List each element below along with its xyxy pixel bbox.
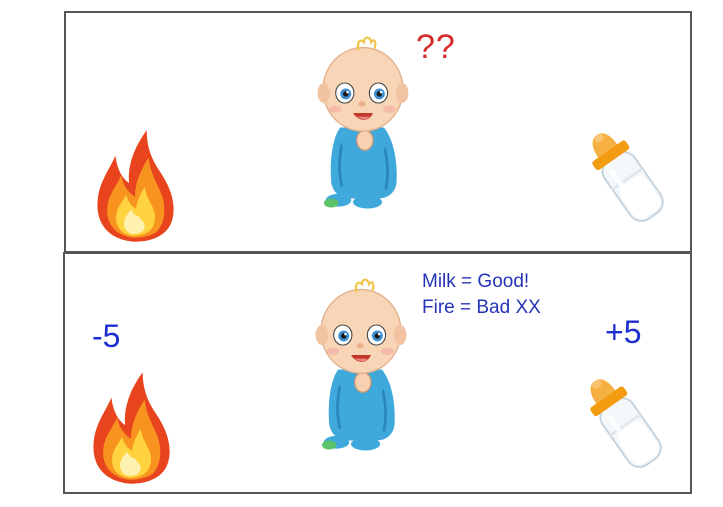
fire-reward-label: -5 <box>92 318 121 354</box>
baby-icon <box>311 272 411 458</box>
fire-rule-text: Fire = Bad XX <box>422 297 541 318</box>
baby-icon <box>313 30 413 216</box>
question-marks: ?? <box>416 28 456 66</box>
milk-reward-label: +5 <box>605 314 642 350</box>
milk-rule-text: Milk = Good! <box>422 271 530 292</box>
fire-icon <box>90 126 178 244</box>
milk-bottle-icon <box>570 370 678 476</box>
milk-bottle-icon <box>572 124 680 230</box>
fire-icon <box>86 368 174 486</box>
